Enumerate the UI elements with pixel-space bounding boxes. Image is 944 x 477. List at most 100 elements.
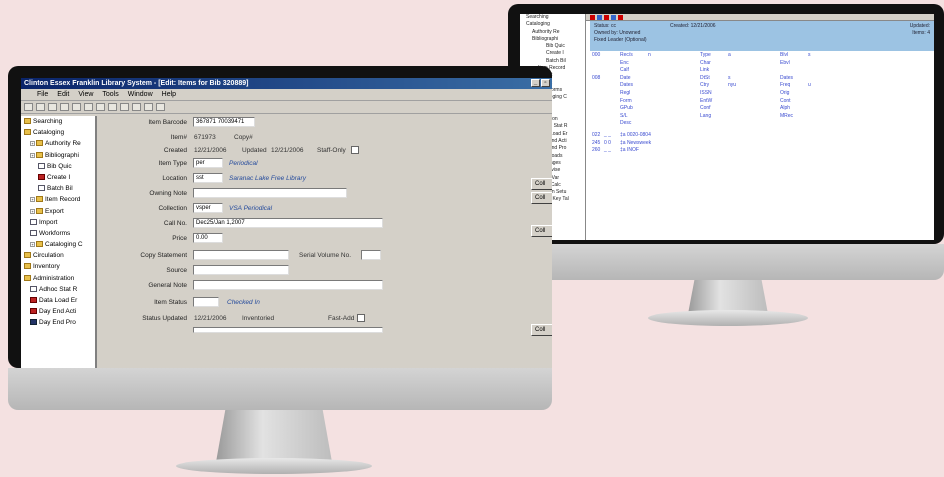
expand-icon[interactable]: + bbox=[30, 208, 35, 214]
fixed-field-value[interactable]: u bbox=[808, 82, 811, 88]
grid-icon[interactable] bbox=[108, 103, 117, 111]
fixed-field-label: S/L bbox=[620, 112, 628, 119]
fixed-field-value[interactable]: s bbox=[728, 75, 731, 81]
staff-only-checkbox[interactable] bbox=[351, 146, 359, 154]
menu-item-help[interactable]: Help bbox=[162, 89, 176, 100]
grid-icon[interactable] bbox=[120, 103, 129, 111]
fixed-field-value[interactable]: nyu bbox=[728, 82, 736, 88]
side-button[interactable]: Coll bbox=[531, 324, 552, 336]
tree-item[interactable]: Data Load Er bbox=[21, 295, 95, 306]
grid-icon[interactable] bbox=[132, 103, 141, 111]
tree-item-label: Import bbox=[39, 218, 58, 226]
tree-item[interactable]: Create I bbox=[21, 172, 95, 183]
menu-item-tools[interactable]: Tools bbox=[102, 89, 118, 100]
cut-icon[interactable] bbox=[48, 103, 57, 111]
print-icon[interactable] bbox=[36, 103, 45, 111]
price-field[interactable]: 0.00 bbox=[193, 233, 223, 243]
back-tree-item[interactable]: Searching bbox=[520, 14, 585, 21]
front-monitor: Clinton Essex Franklin Library System - … bbox=[8, 66, 552, 477]
general-note-field[interactable] bbox=[193, 280, 383, 290]
source-field[interactable] bbox=[193, 265, 289, 275]
menu-item-file[interactable]: File bbox=[37, 89, 48, 100]
price-label: Price bbox=[172, 235, 187, 242]
fixed-field-value[interactable]: s bbox=[808, 52, 811, 58]
fixed-field-value[interactable]: a bbox=[728, 52, 731, 58]
tree-item[interactable]: + Item Record bbox=[21, 194, 95, 205]
back-tree-item[interactable]: Batch Bil bbox=[520, 58, 585, 65]
toolbar-icon[interactable] bbox=[611, 15, 616, 20]
item-status-field[interactable] bbox=[193, 297, 219, 307]
side-button[interactable]: Coll bbox=[531, 192, 552, 204]
undo-icon[interactable] bbox=[84, 103, 93, 111]
fast-add-label: Fast-Add bbox=[328, 315, 355, 322]
tree-item[interactable]: Workforms bbox=[21, 228, 95, 239]
minimize-icon[interactable]: _ bbox=[531, 79, 540, 87]
tree-item[interactable]: Bib Quic bbox=[21, 161, 95, 172]
location-description: Saranac Lake Free Library bbox=[229, 175, 306, 182]
tree-item[interactable]: Adhoc Stat R bbox=[21, 284, 95, 295]
tree-item[interactable]: Inventory bbox=[21, 261, 95, 272]
toolbar-icon[interactable] bbox=[597, 15, 602, 20]
item-type-field[interactable]: per bbox=[193, 158, 223, 168]
tree-item[interactable]: Circulation bbox=[21, 250, 95, 261]
toolbar-icon[interactable] bbox=[618, 15, 623, 20]
tree-item[interactable]: Day End Pro bbox=[21, 317, 95, 328]
serial-volume-field[interactable] bbox=[361, 250, 381, 260]
tree-item[interactable]: Cataloging bbox=[21, 127, 95, 138]
menu-item-edit[interactable]: Edit bbox=[57, 89, 69, 100]
tree-item[interactable]: Day End Acti bbox=[21, 306, 95, 317]
marc-field-text[interactable]: ‡a INOF bbox=[620, 147, 639, 153]
help-icon[interactable] bbox=[156, 103, 165, 111]
items-count: Items: 4 bbox=[912, 30, 930, 36]
save-icon[interactable] bbox=[24, 103, 33, 111]
call-number-label: Call No. bbox=[163, 220, 187, 227]
tree-item[interactable]: Import bbox=[21, 217, 95, 228]
call-number-field[interactable]: Dec25/Jan 1,2007 bbox=[193, 218, 383, 228]
back-tree-item[interactable]: Create I bbox=[520, 50, 585, 57]
side-button[interactable]: Coll bbox=[531, 178, 552, 190]
updated-text: Updated: bbox=[909, 23, 930, 29]
back-tree-item[interactable]: Bib Quic bbox=[520, 43, 585, 50]
copy-icon[interactable] bbox=[60, 103, 69, 111]
lightbulb-icon[interactable] bbox=[144, 103, 153, 111]
tree-item[interactable]: + Bibliographi bbox=[21, 150, 95, 161]
expand-icon[interactable]: + bbox=[30, 197, 35, 203]
front-monitor-chin bbox=[8, 368, 552, 410]
back-tree-item[interactable]: Authority Re bbox=[520, 29, 585, 36]
menu-item-view[interactable]: View bbox=[78, 89, 93, 100]
expand-icon[interactable]: + bbox=[30, 242, 35, 248]
tree-item-label: Data Load Er bbox=[39, 297, 78, 304]
front-monitor-stand bbox=[216, 410, 332, 462]
paste-icon[interactable] bbox=[72, 103, 81, 111]
marc-field-text[interactable]: ‡a 0020-0804 bbox=[620, 132, 651, 138]
expand-icon[interactable]: + bbox=[30, 152, 35, 158]
location-field[interactable]: sst bbox=[193, 173, 223, 183]
marc-field-tag: 260 bbox=[592, 147, 601, 154]
item-barcode-field[interactable]: 367871 70039471 bbox=[193, 117, 255, 127]
menu-item-window[interactable]: Window bbox=[128, 89, 153, 100]
toolbar-icon[interactable] bbox=[604, 15, 609, 20]
collection-field[interactable]: vsper bbox=[193, 203, 223, 213]
fast-add-checkbox[interactable] bbox=[357, 314, 365, 322]
tree-item[interactable]: + Export bbox=[21, 206, 95, 217]
toolbar-icon[interactable] bbox=[590, 15, 595, 20]
expand-icon[interactable]: + bbox=[30, 141, 35, 147]
tree-item[interactable]: + Cataloging C bbox=[21, 239, 95, 250]
tree-item[interactable]: Searching bbox=[21, 116, 95, 127]
partial-field[interactable] bbox=[193, 327, 383, 333]
side-button[interactable]: Coll bbox=[531, 225, 552, 237]
fixed-leader-text: Fixed Leader (Optional) bbox=[594, 37, 647, 43]
owning-note-field[interactable] bbox=[193, 188, 347, 198]
tree-item[interactable]: Administration bbox=[21, 273, 95, 284]
grid-icon[interactable] bbox=[96, 103, 105, 111]
tree-item[interactable]: Batch Bil bbox=[21, 183, 95, 194]
fixed-field-value[interactable]: n bbox=[648, 52, 651, 58]
fixed-field-label: Blvl bbox=[780, 52, 789, 58]
copy-statement-field[interactable] bbox=[193, 250, 289, 260]
marc-field-text[interactable]: ‡a Newsweek bbox=[620, 140, 651, 146]
fixed-field-label: Ctry bbox=[700, 82, 710, 89]
back-tree-item[interactable]: Cataloging bbox=[520, 21, 585, 28]
tree-item[interactable]: + Authority Re bbox=[21, 138, 95, 149]
back-tree-item[interactable]: Bibliographi bbox=[520, 36, 585, 43]
restore-icon[interactable]: ▫ bbox=[541, 79, 550, 87]
